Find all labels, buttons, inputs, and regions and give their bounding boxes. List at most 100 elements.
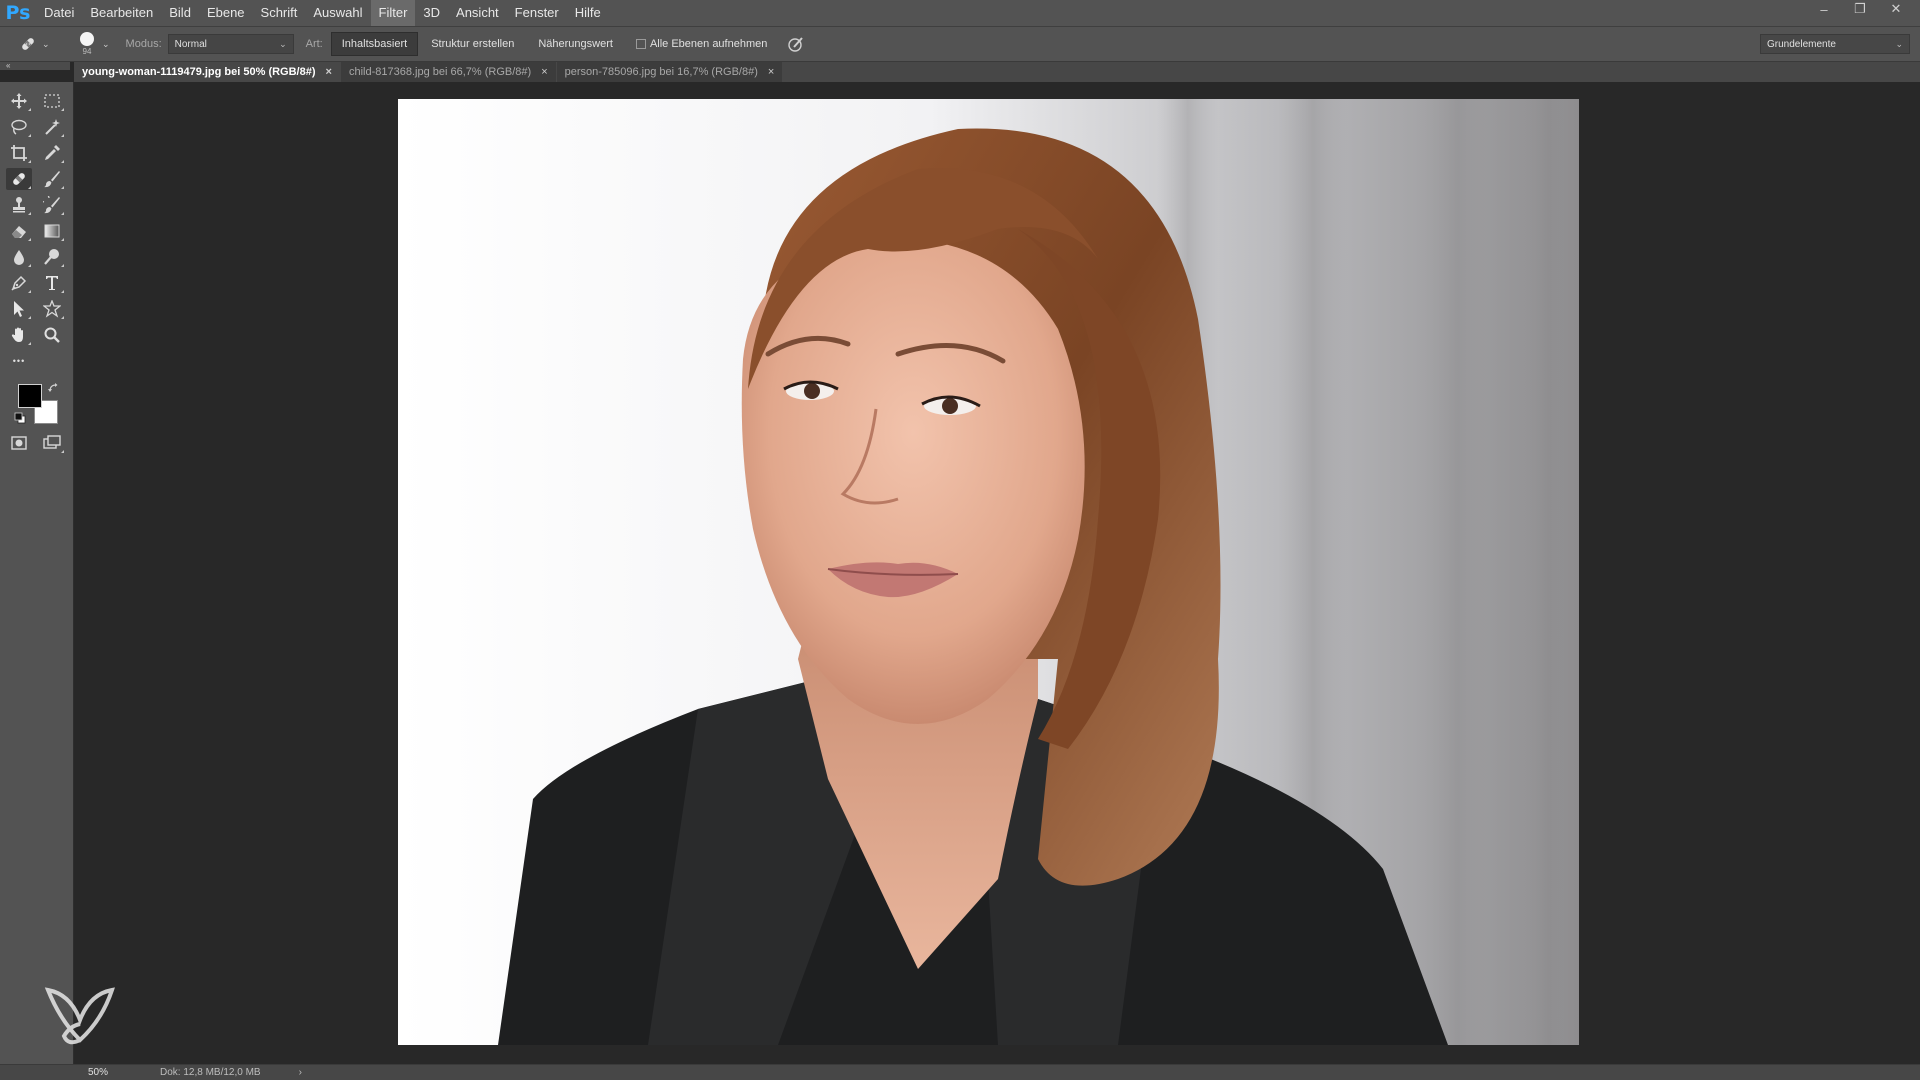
quick-mask-button[interactable] [6,432,32,454]
restore-button[interactable]: ❐ [1842,0,1878,18]
menu-auswahl[interactable]: Auswahl [305,0,370,26]
default-colors-icon[interactable] [14,412,26,424]
history-brush-tool[interactable] [39,194,65,216]
history-brush-icon [43,196,60,214]
chevron-down-icon[interactable]: ⌄ [102,39,110,50]
type-button-2[interactable]: Struktur erstellen [420,32,525,56]
close-tab-icon[interactable]: × [541,66,547,78]
mode-value: Normal [174,38,207,50]
edit-toolbar-button[interactable]: ••• [6,350,32,372]
crop-icon [11,145,27,161]
spot-healing-brush-icon [13,173,25,185]
dodge-tool[interactable] [39,246,65,268]
brush-picker[interactable]: 94 [76,32,98,56]
move-icon [11,93,27,109]
sample-all-layers-label: Alle Ebenen aufnehmen [649,38,768,50]
screen-mode-button[interactable] [39,432,65,454]
eraser-tool[interactable] [6,220,32,242]
menu-ansicht[interactable]: Ansicht [448,0,507,26]
blur-drop-icon [14,250,24,265]
options-bar: ⌄ 94 ⌄ Modus: Normal ⌄ Art: Inhaltsbasie… [0,26,1920,62]
close-tab-icon[interactable]: × [326,66,332,78]
clone-stamp-tool[interactable] [6,194,32,216]
eyedropper-icon [45,145,60,160]
portrait-photo [398,99,1579,1045]
lasso-icon [11,119,27,135]
magic-wand-tool[interactable] [39,116,65,138]
document-tab-bar: young-woman-1119479.jpg bei 50% (RGB/8#)… [74,62,1920,82]
move-tool[interactable] [6,90,32,112]
document-tab-label: person-785096.jpg bei 16,7% (RGB/8#) [564,66,758,78]
menu-3d[interactable]: 3D [415,0,448,26]
path-selection-tool[interactable] [6,298,32,320]
image-canvas[interactable] [398,99,1579,1045]
type-button-1[interactable]: Inhaltsbasiert [330,32,419,56]
eyedropper-tool[interactable] [39,142,65,164]
photoshop-logo[interactable]: Ps [0,0,36,26]
swap-colors-icon[interactable] [48,382,60,394]
menu-bearbeiten[interactable]: Bearbeiten [82,0,161,26]
sample-all-layers-checkbox[interactable] [635,39,646,49]
marquee-tool[interactable] [39,90,65,112]
tools-panel: ••• [0,82,74,1064]
dodge-icon [44,249,59,265]
crop-tool[interactable] [6,142,32,164]
eraser-icon [12,226,26,238]
window-controls: – ❐ ✕ [1806,0,1914,22]
quick-mask-icon [11,436,27,450]
type-button-3[interactable]: Näherungswert [527,32,624,56]
brush-tip-icon [80,32,94,46]
pen-icon [11,275,27,291]
mode-label: Modus: [125,38,162,50]
menu-hilfe[interactable]: Hilfe [567,0,609,26]
menu-fenster[interactable]: Fenster [507,0,567,26]
type-icon [46,276,58,290]
magic-wand-icon [45,119,60,135]
tool-preset-picker[interactable]: ⌄ [18,34,58,54]
type-label: Art: [305,38,323,50]
mode-select[interactable]: Normal ⌄ [167,34,294,54]
brush-size-value: 94 [82,47,92,56]
lasso-tool[interactable] [6,116,32,138]
gradient-icon [44,224,60,238]
type-tool[interactable] [39,272,65,294]
document-size-info: Dok: 12,8 MB/12,0 MB [160,1067,261,1078]
close-window-button[interactable]: ✕ [1878,0,1914,18]
hand-icon [11,327,23,342]
hand-tool[interactable] [6,324,32,346]
menu-filter[interactable]: Filter [370,0,416,26]
gradient-tool[interactable] [39,220,65,242]
chevron-down-icon: ⌄ [279,38,287,49]
pressure-size-icon[interactable] [787,35,805,53]
minimize-button[interactable]: – [1806,0,1842,18]
menu-datei[interactable]: Datei [36,0,82,26]
document-tab-label: child-817368.jpg bei 66,7% (RGB/8#) [348,66,532,78]
brush-tool[interactable] [39,168,65,190]
document-tab-label: young-woman-1119479.jpg bei 50% (RGB/8#) [82,66,316,78]
document-workspace[interactable] [75,82,1920,1064]
status-info-toggle[interactable]: › [299,1067,302,1078]
status-bar: 50% Dok: 12,8 MB/12,0 MB › [0,1064,1920,1080]
stamp-icon [13,197,25,213]
butterfly-watermark-icon [44,987,115,1045]
shape-icon [43,300,61,318]
blur-tool[interactable] [6,246,32,268]
workspace-select[interactable]: Grundelemente ⌄ [1760,34,1910,54]
menu-ebene[interactable]: Ebene [199,0,253,26]
workspace-value: Grundelemente [1767,38,1836,50]
document-tab[interactable]: child-817368.jpg bei 66,7% (RGB/8#) × [340,62,556,82]
zoom-level[interactable]: 50% [88,1067,128,1078]
panel-collapse-toggle[interactable]: « [0,62,70,70]
spot-healing-brush-tool[interactable] [6,168,32,190]
document-tab[interactable]: young-woman-1119479.jpg bei 50% (RGB/8#)… [74,62,340,82]
menu-bild[interactable]: Bild [161,0,199,26]
custom-shape-tool[interactable] [39,298,65,320]
foreground-color-swatch[interactable] [18,384,42,408]
path-selection-icon [14,301,24,317]
brush-icon [44,171,60,188]
menu-schrift[interactable]: Schrift [253,0,306,26]
zoom-tool[interactable] [39,324,65,346]
pen-tool[interactable] [6,272,32,294]
document-tab[interactable]: person-785096.jpg bei 16,7% (RGB/8#) × [556,62,783,82]
close-tab-icon[interactable]: × [768,66,774,78]
